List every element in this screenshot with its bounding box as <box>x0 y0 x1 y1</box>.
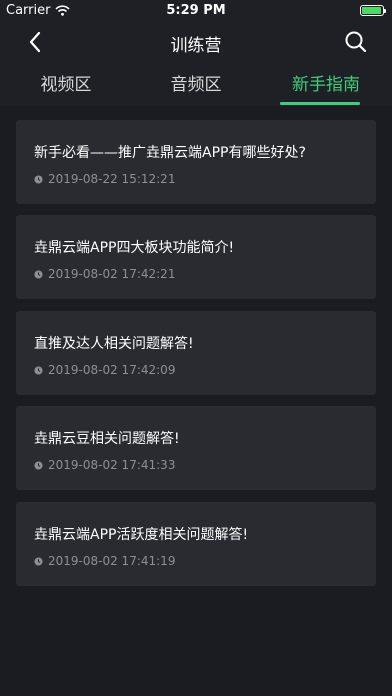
article-time: 2019-08-02 17:41:19 <box>48 554 176 568</box>
tab-video[interactable]: 视频区 <box>36 70 96 95</box>
article-meta: 2019-08-02 17:41:19 <box>34 554 175 568</box>
clock-icon <box>34 365 43 375</box>
search-button[interactable] <box>344 30 368 54</box>
active-tab-indicator <box>280 102 360 105</box>
article-title: 垚鼎云端APP四大板块功能简介! <box>34 240 235 256</box>
article-card[interactable]: 垚鼎云端APP活跃度相关问题解答! 2019-08-02 17:41:19 <box>16 502 376 586</box>
status-time: 5:29 PM <box>166 3 226 18</box>
article-title: 垚鼎云豆相关问题解答! <box>34 431 180 447</box>
article-time: 2019-08-02 17:42:09 <box>48 363 176 377</box>
article-card[interactable]: 直推及达人相关问题解答! 2019-08-02 17:42:09 <box>16 311 376 395</box>
article-card[interactable]: 垚鼎云端APP四大板块功能简介! 2019-08-02 17:42:21 <box>16 215 376 299</box>
search-icon <box>345 31 367 53</box>
clock-icon <box>34 269 43 279</box>
article-title: 新手必看——推广垚鼎云端APP有哪些好处? <box>34 145 306 161</box>
tab-beginner-guide[interactable]: 新手指南 <box>286 70 366 95</box>
tab-audio[interactable]: 音频区 <box>166 70 226 95</box>
clock-icon <box>34 556 43 566</box>
clock-icon <box>34 460 43 470</box>
article-meta: 2019-08-02 17:42:21 <box>34 267 175 281</box>
article-meta: 2019-08-02 17:42:09 <box>34 363 175 377</box>
clock-icon <box>34 174 43 184</box>
category-tabs: 视频区 音频区 新手指南 <box>0 62 392 106</box>
battery-icon <box>360 5 386 16</box>
article-meta: 2019-08-02 17:41:33 <box>34 458 175 472</box>
article-time: 2019-08-22 15:12:21 <box>48 172 176 186</box>
article-meta: 2019-08-22 15:12:21 <box>34 172 175 186</box>
article-card[interactable]: 新手必看——推广垚鼎云端APP有哪些好处? 2019-08-22 15:12:2… <box>16 120 376 204</box>
page-title: 训练营 <box>170 36 222 56</box>
article-time: 2019-08-02 17:41:33 <box>48 458 176 472</box>
article-list: 新手必看——推广垚鼎云端APP有哪些好处? 2019-08-22 15:12:2… <box>0 106 392 696</box>
article-time: 2019-08-02 17:42:21 <box>48 267 176 281</box>
article-card[interactable]: 垚鼎云豆相关问题解答! 2019-08-02 17:41:33 <box>16 406 376 490</box>
status-bar: Carrier 5:29 PM <box>0 0 392 22</box>
article-title: 直推及达人相关问题解答! <box>34 336 194 352</box>
navigation-bar: 训练营 <box>0 22 392 62</box>
article-title: 垚鼎云端APP活跃度相关问题解答! <box>34 527 249 543</box>
